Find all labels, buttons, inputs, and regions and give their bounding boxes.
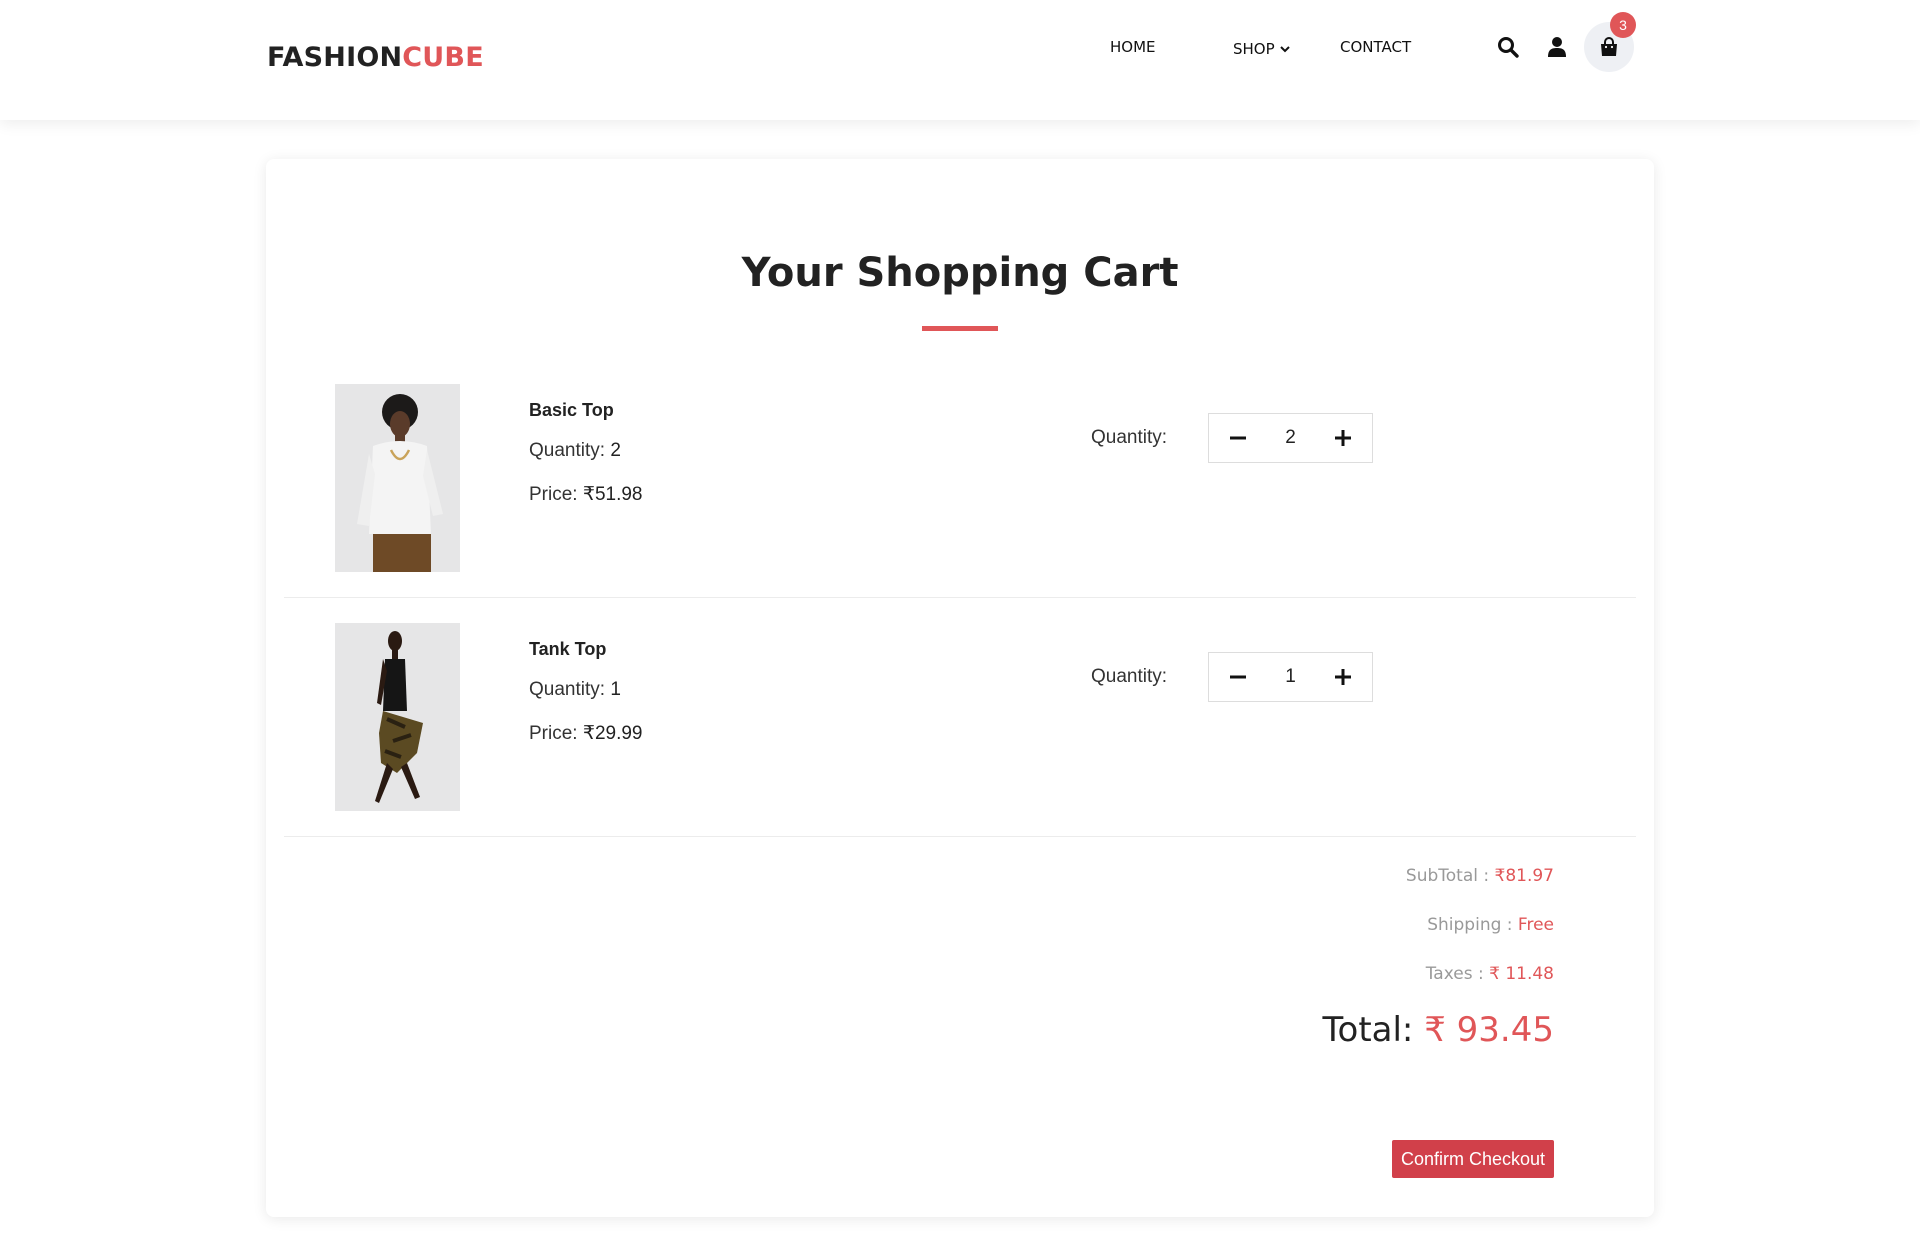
quantity-input[interactable]: 2 bbox=[1285, 427, 1296, 449]
product-name[interactable]: Basic Top bbox=[529, 400, 614, 421]
product-image-tank-top[interactable] bbox=[335, 623, 460, 811]
page-title: Your Shopping Cart bbox=[741, 250, 1179, 296]
brand-name-part2: CUBE bbox=[402, 42, 484, 73]
product-price: Price: ₹51.98 bbox=[529, 483, 643, 506]
decrease-quantity-button[interactable] bbox=[1227, 666, 1249, 688]
quantity-label: Quantity: bbox=[529, 440, 606, 461]
product-image-basic-top[interactable] bbox=[335, 384, 460, 572]
nav-shop-label: SHOP bbox=[1233, 40, 1275, 58]
plus-icon bbox=[1334, 669, 1351, 685]
minus-icon bbox=[1230, 436, 1246, 440]
brand-name-part1: FASHION bbox=[267, 42, 403, 73]
price-value: ₹51.98 bbox=[582, 484, 643, 505]
price-label: Price: bbox=[529, 484, 578, 505]
brand-logo[interactable]: FASHIONCUBE bbox=[267, 42, 484, 73]
nav-home[interactable]: HOME bbox=[1110, 38, 1156, 56]
quantity-label: Quantity: bbox=[529, 679, 606, 700]
increase-quantity-button[interactable] bbox=[1332, 666, 1354, 688]
item-divider bbox=[284, 597, 1636, 598]
nav-shop[interactable]: SHOP bbox=[1233, 40, 1291, 58]
shipping-line: Shipping : Free bbox=[1427, 915, 1554, 935]
shipping-value: Free bbox=[1517, 915, 1554, 935]
shipping-label: Shipping : bbox=[1427, 915, 1513, 935]
product-quantity: Quantity: 2 bbox=[529, 440, 621, 462]
subtotal-value: ₹81.97 bbox=[1494, 866, 1554, 886]
quantity-value: 1 bbox=[610, 679, 621, 700]
total-value: ₹ 93.45 bbox=[1424, 1010, 1554, 1050]
subtotal-label: SubTotal : bbox=[1405, 866, 1490, 886]
taxes-value: ₹ 11.48 bbox=[1489, 964, 1554, 984]
price-label: Price: bbox=[529, 723, 578, 744]
price-value: ₹29.99 bbox=[582, 723, 643, 744]
nav-contact[interactable]: CONTACT bbox=[1340, 38, 1411, 56]
product-photo bbox=[335, 384, 460, 572]
search-icon[interactable] bbox=[1497, 36, 1519, 58]
quantity-stepper: 1 bbox=[1208, 652, 1373, 702]
title-underline bbox=[922, 326, 998, 331]
quantity-stepper: 2 bbox=[1208, 413, 1373, 463]
cart-count-badge: 3 bbox=[1610, 12, 1636, 38]
product-quantity: Quantity: 1 bbox=[529, 679, 621, 701]
total-label: Total: bbox=[1322, 1010, 1414, 1050]
shopping-bag-icon bbox=[1601, 37, 1617, 56]
increase-quantity-button[interactable] bbox=[1332, 427, 1354, 449]
cart-card bbox=[266, 159, 1654, 1217]
chevron-down-icon bbox=[1279, 46, 1290, 53]
taxes-label: Taxes : bbox=[1425, 964, 1484, 984]
plus-icon bbox=[1334, 430, 1351, 446]
item-divider bbox=[284, 836, 1636, 837]
decrease-quantity-button[interactable] bbox=[1227, 427, 1249, 449]
quantity-value: 2 bbox=[610, 440, 621, 461]
stepper-label: Quantity: bbox=[1091, 666, 1168, 687]
site-header: FASHIONCUBE HOME SHOP CONTACT 3 bbox=[0, 0, 1920, 120]
stepper-label: Quantity: bbox=[1091, 427, 1168, 448]
minus-icon bbox=[1230, 675, 1246, 679]
subtotal-line: SubTotal : ₹81.97 bbox=[1406, 866, 1554, 886]
product-price: Price: ₹29.99 bbox=[529, 722, 643, 745]
user-icon[interactable] bbox=[1547, 36, 1567, 58]
taxes-line: Taxes : ₹ 11.48 bbox=[1426, 964, 1554, 984]
quantity-input[interactable]: 1 bbox=[1285, 666, 1296, 688]
confirm-checkout-button[interactable]: Confirm Checkout bbox=[1392, 1140, 1554, 1178]
product-name[interactable]: Tank Top bbox=[529, 639, 606, 660]
product-photo bbox=[335, 623, 460, 811]
total-line: Total: ₹ 93.45 bbox=[1323, 1010, 1554, 1050]
